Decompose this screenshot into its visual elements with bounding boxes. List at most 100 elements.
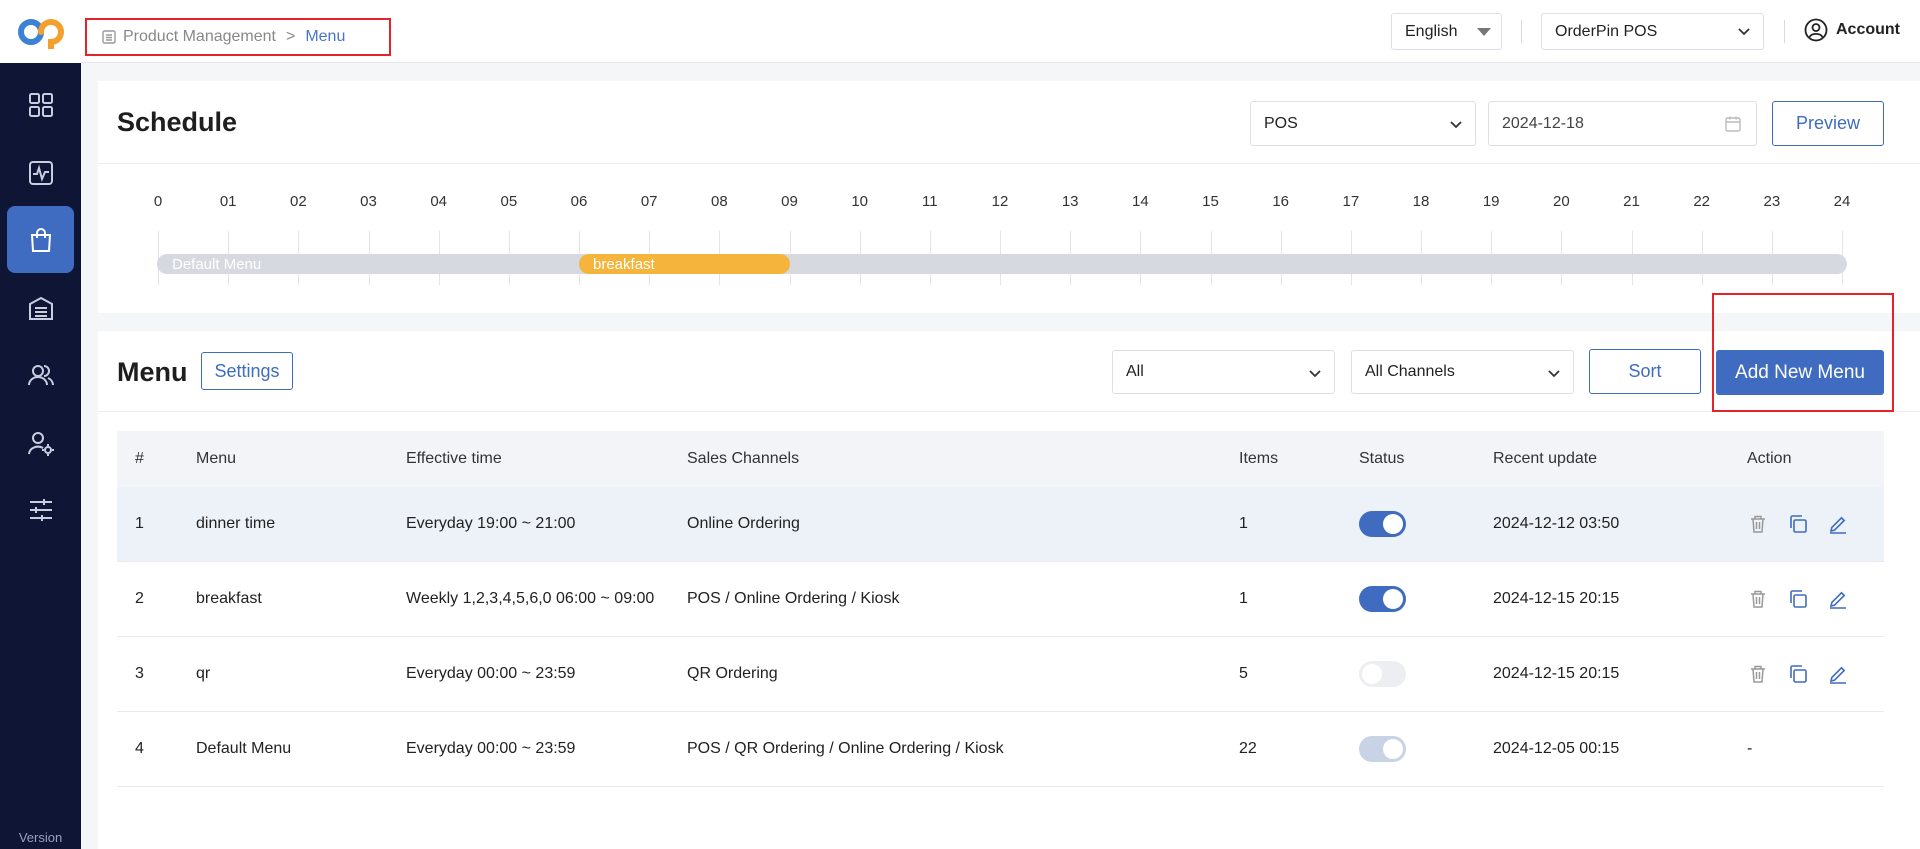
sidebar-item-analytics[interactable]: [7, 139, 74, 206]
preview-button[interactable]: Preview: [1772, 101, 1884, 146]
menu-name: qr: [196, 665, 211, 682]
timeline-hour-label: 0: [153, 193, 163, 210]
timeline-hour-label: 01: [219, 193, 237, 210]
schedule-title: Schedule: [117, 107, 238, 137]
language-select[interactable]: English: [1391, 13, 1502, 50]
sales-channels: POS / QR Ordering / Online Ordering / Ki…: [687, 740, 1004, 757]
delete-icon[interactable]: [1747, 513, 1769, 535]
recent-update: 2024-12-12 03:50: [1493, 515, 1620, 532]
column-header: #: [135, 450, 144, 467]
timeline-hour-label: 19: [1482, 193, 1500, 210]
menu-title: Menu: [117, 357, 188, 387]
table-row[interactable]: 4 Default Menu Everyday 00:00 ~ 23:59 POS /…: [117, 712, 1884, 787]
item-count: 5: [1239, 665, 1248, 682]
inventory-icon: [28, 296, 53, 320]
status-toggle[interactable]: [1359, 586, 1406, 612]
table-row[interactable]: 1 dinner time Everyday 19:00 ~ 21:00 Online…: [117, 487, 1884, 562]
schedule-date-picker[interactable]: 2024-12-18: [1488, 101, 1757, 146]
row-index: 4: [135, 740, 144, 757]
timeline-hour-label: 15: [1202, 193, 1219, 210]
version-label: Version: [18, 830, 63, 845]
schedule-channel-value: POS: [1264, 114, 1298, 132]
store-value: OrderPin POS: [1555, 22, 1658, 40]
timeline-hour-label: 24: [1833, 193, 1851, 210]
timeline-track: [157, 254, 1847, 274]
chevron-down-icon: [1548, 370, 1560, 378]
copy-icon[interactable]: [1787, 663, 1809, 685]
channel-filter-select[interactable]: All Channels: [1351, 350, 1574, 394]
action-placeholder: -: [1747, 740, 1753, 757]
timeline-segment-label: breakfast: [593, 256, 655, 273]
document-icon: [102, 30, 116, 44]
status-toggle[interactable]: [1359, 661, 1406, 687]
status-toggle[interactable]: [1359, 511, 1406, 537]
sidebar-item-staff[interactable]: [7, 409, 74, 476]
column-header: Recent update: [1493, 450, 1598, 467]
breadcrumb: Product Management > Menu: [85, 18, 391, 56]
language-value: English: [1405, 22, 1458, 40]
calendar-icon: [1725, 116, 1741, 132]
copy-icon[interactable]: [1787, 588, 1809, 610]
column-header: Sales Channels: [687, 450, 800, 467]
status-toggle: [1359, 736, 1406, 762]
timeline-hour-label: 07: [640, 193, 658, 210]
schedule-panel: Schedule POS 2024-12-18 Preview 0 01 02 03 0…: [98, 81, 1920, 313]
menu-name: breakfast: [196, 590, 262, 607]
timeline-hour-label: 20: [1552, 193, 1570, 210]
chevron-down-icon: [1738, 28, 1750, 36]
sort-button[interactable]: Sort: [1589, 349, 1701, 394]
customers-icon: [27, 364, 54, 385]
user-icon: [1804, 18, 1828, 42]
dashboard-icon: [28, 92, 53, 117]
store-select[interactable]: OrderPin POS: [1541, 13, 1764, 50]
sidebar-item-customers[interactable]: [7, 341, 74, 408]
timeline-hour-label: 03: [360, 193, 377, 210]
sales-channels: Online Ordering: [687, 515, 800, 532]
sidebar-item-settings[interactable]: [7, 476, 74, 543]
divider: [98, 411, 1920, 412]
timeline-hour-label: 14: [1131, 193, 1149, 210]
breadcrumb-separator: >: [285, 28, 296, 45]
sales-channels: QR Ordering: [687, 665, 778, 682]
status-filter-select[interactable]: All: [1112, 350, 1335, 394]
sidebar-item-dashboard[interactable]: [7, 71, 74, 138]
menu-name: dinner time: [196, 515, 276, 532]
column-header: Menu: [196, 450, 237, 467]
effective-time: Everyday 00:00 ~ 23:59: [406, 740, 576, 757]
delete-icon[interactable]: [1747, 663, 1769, 685]
table-row[interactable]: 3 qr Everyday 00:00 ~ 23:59 QR Ordering 5 202…: [117, 637, 1884, 712]
orderpin-logo[interactable]: [0, 0, 81, 63]
timeline-hour-label: 21: [1623, 193, 1640, 210]
copy-icon[interactable]: [1787, 513, 1809, 535]
product-bag-icon: [30, 227, 51, 252]
recent-update: 2024-12-15 20:15: [1493, 590, 1620, 607]
timeline-hour-label: 06: [570, 193, 588, 210]
settings-sliders-icon: [29, 498, 52, 521]
staff-settings-icon: [27, 431, 54, 456]
sidebar-item-products[interactable]: [7, 206, 74, 273]
effective-time: Everyday 19:00 ~ 21:00: [406, 515, 576, 532]
delete-icon[interactable]: [1747, 588, 1769, 610]
edit-icon[interactable]: [1827, 513, 1849, 535]
sidebar-item-inventory[interactable]: [7, 274, 74, 341]
timeline-hour-label: 23: [1763, 193, 1781, 210]
menu-panel: Menu Settings All All Channels Sort Add …: [98, 331, 1920, 849]
table-row[interactable]: 2 breakfast Weekly 1,2,3,4,5,6,0 06:00 ~ 0…: [117, 562, 1884, 637]
edit-icon[interactable]: [1827, 588, 1849, 610]
breadcrumb-parent[interactable]: Product Management: [123, 28, 276, 46]
column-header: Status: [1359, 450, 1405, 467]
edit-icon[interactable]: [1827, 663, 1849, 685]
account-menu[interactable]: Account: [1804, 18, 1900, 42]
timeline-hour-label: 17: [1342, 193, 1360, 210]
timeline-hour-label: 18: [1412, 193, 1430, 210]
toggle-knob: [1383, 739, 1403, 759]
timeline-hour-label: 22: [1693, 193, 1710, 210]
schedule-channel-select[interactable]: POS: [1250, 101, 1476, 146]
timeline-hour-label: 02: [289, 193, 307, 210]
item-count: 1: [1239, 590, 1248, 607]
status-filter-value: All: [1126, 363, 1144, 380]
divider: [1521, 20, 1522, 43]
settings-button[interactable]: Settings: [201, 352, 293, 390]
sales-channels: POS / Online Ordering / Kiosk: [687, 590, 900, 607]
topbar: Product Management > Menu English OrderP…: [81, 0, 1920, 63]
